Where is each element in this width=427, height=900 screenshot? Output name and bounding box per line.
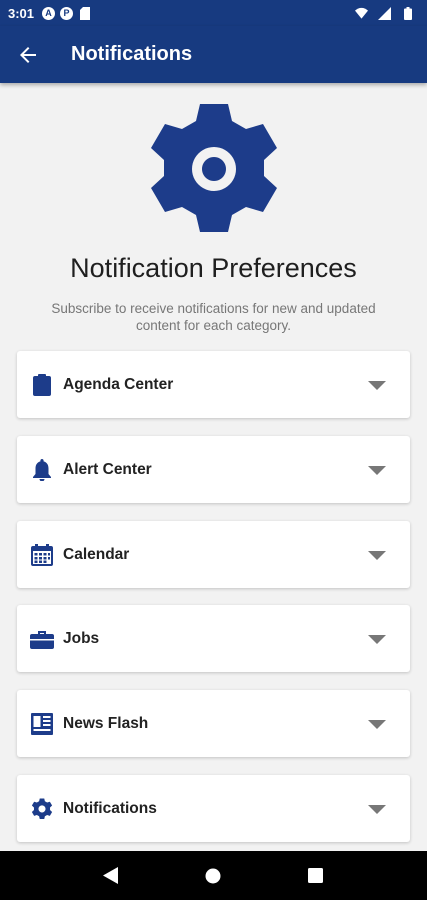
newspaper-icon (30, 712, 54, 736)
chevron-down-icon[interactable] (368, 549, 386, 561)
chevron-down-icon[interactable] (368, 464, 386, 476)
clipboard-icon (30, 373, 54, 397)
preferences-heading: Notification Preferences (70, 253, 357, 283)
category-card-news-flash[interactable]: News Flash (17, 690, 410, 757)
preferences-description: Subscribe to receive notifications for n… (51, 301, 376, 333)
calendar-icon (30, 543, 54, 567)
arrow-left-icon (20, 46, 36, 63)
system-nav-bar (0, 851, 427, 900)
status-bar: 3:01 A P (0, 0, 427, 26)
page-title: Notifications (71, 43, 193, 65)
signal-icon (378, 6, 391, 20)
category-label: Alert Center (63, 460, 152, 478)
nav-recents-button[interactable] (296, 856, 336, 896)
category-label: News Flash (63, 714, 149, 732)
content-area[interactable]: Notification Preferences Subscribe to re… (0, 83, 427, 851)
status-time: 3:01 (8, 5, 35, 21)
status-badge-a: A (42, 6, 56, 20)
gear-icon (30, 797, 54, 821)
category-card-notifications[interactable]: Notifications (17, 775, 410, 842)
nav-back-button[interactable] (91, 856, 131, 896)
battery-icon (401, 6, 414, 20)
category-label: Jobs (63, 629, 100, 647)
category-card-alert-center[interactable]: Alert Center (17, 436, 410, 503)
category-card-agenda-center[interactable]: Agenda Center (17, 351, 410, 418)
briefcase-icon (30, 627, 54, 651)
category-label: Notifications (63, 799, 157, 817)
chevron-down-icon[interactable] (368, 718, 386, 730)
nav-home-button[interactable] (193, 856, 233, 896)
category-card-calendar[interactable]: Calendar (17, 521, 410, 588)
category-card-jobs[interactable]: Jobs (17, 605, 410, 672)
chevron-down-icon[interactable] (368, 633, 386, 645)
category-label: Calendar (63, 545, 130, 563)
square-recents-icon (308, 868, 324, 883)
wifi-icon (355, 7, 368, 20)
bell-icon (30, 458, 54, 482)
chevron-down-icon[interactable] (368, 379, 386, 391)
app-bar: Notifications (0, 26, 427, 83)
circle-home-icon (205, 868, 221, 883)
chevron-down-icon[interactable] (368, 803, 386, 815)
back-button[interactable] (0, 26, 56, 83)
category-label: Agenda Center (63, 375, 174, 393)
gear-icon (147, 101, 281, 238)
status-badge-p: P (60, 6, 74, 20)
triangle-back-icon (103, 867, 119, 884)
sd-card-icon (78, 6, 91, 20)
